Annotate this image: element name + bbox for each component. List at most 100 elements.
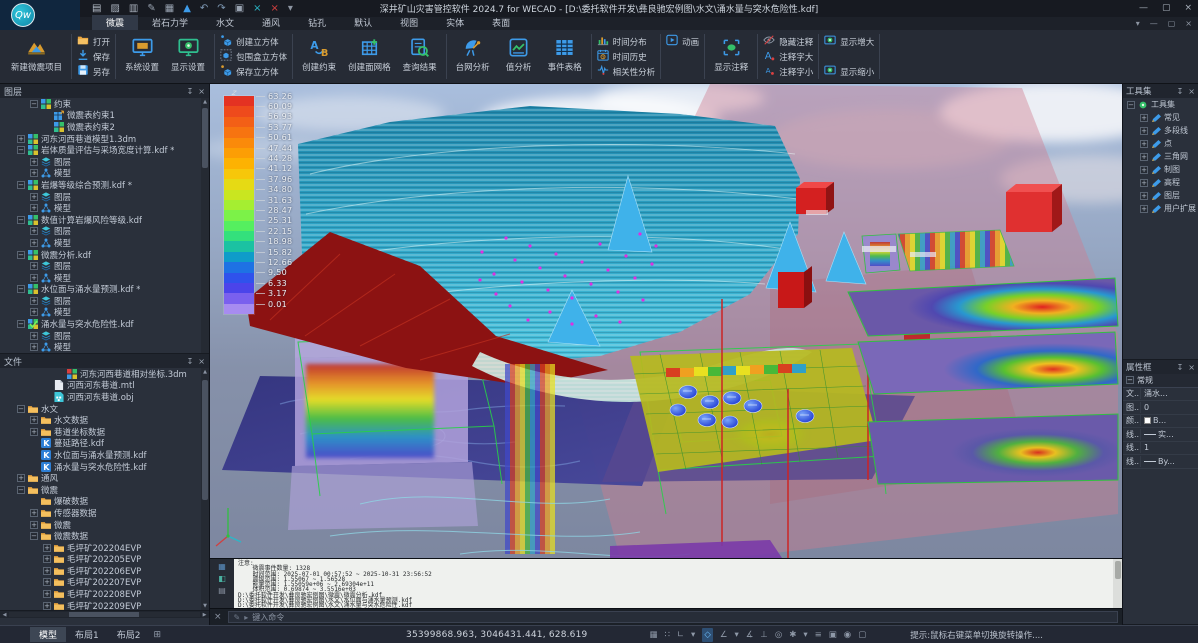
scroll-right-icon[interactable]: ▶: [200, 612, 209, 618]
toolset-item[interactable]: +三角网: [1123, 150, 1198, 163]
tab-默认[interactable]: 默认: [340, 15, 386, 30]
gear-settings-icon[interactable]: ✱: [789, 628, 796, 642]
file-item[interactable]: +通风: [0, 472, 201, 484]
file-item[interactable]: +水文数据: [0, 414, 201, 426]
property-row[interactable]: 线...1: [1123, 442, 1198, 456]
file-item[interactable]: +传感器数据: [0, 507, 201, 519]
toolset-item[interactable]: +多段线: [1123, 124, 1198, 137]
close-icon[interactable]: ×: [214, 612, 222, 622]
button-hide-annotation[interactable]: 隐藏注释: [763, 34, 813, 49]
isolate-objects-icon[interactable]: ◉: [844, 628, 851, 642]
expand-toggle-icon[interactable]: +: [43, 602, 51, 610]
expand-toggle-icon[interactable]: +: [43, 590, 51, 598]
button-animation[interactable]: 动画: [666, 34, 699, 49]
button-new-project[interactable]: 新建微震项目: [7, 33, 66, 80]
expand-toggle-icon[interactable]: +: [30, 428, 38, 436]
toolset-item[interactable]: +点: [1123, 137, 1198, 150]
viewport-grid-icon[interactable]: ▦: [649, 628, 657, 642]
expand-toggle-icon[interactable]: +: [30, 193, 38, 201]
button-create-mesh[interactable]: 创建面网格: [344, 33, 395, 80]
button-query-result[interactable]: 查询结果: [399, 33, 441, 80]
expand-toggle-icon[interactable]: +: [1140, 153, 1148, 161]
layer-item[interactable]: −涌水量与突水危险性.kdf: [0, 318, 201, 330]
tab-视图[interactable]: 视图: [386, 15, 432, 30]
button-annotation-larger[interactable]: A注释字大: [763, 49, 813, 64]
button-display-settings[interactable]: 显示设置: [167, 33, 209, 80]
expand-toggle-icon[interactable]: +: [17, 474, 25, 482]
file-item[interactable]: +毛坪矿202206EVP: [0, 565, 201, 577]
snap-tracking-icon[interactable]: ∡: [746, 628, 754, 642]
expand-toggle-icon[interactable]: +: [30, 521, 38, 529]
button-save-as[interactable]: 另存: [77, 64, 110, 79]
tab-水文[interactable]: 水文: [202, 15, 248, 30]
mdi-minimize-icon[interactable]: —: [1150, 17, 1158, 30]
collapse-toggle-icon[interactable]: −: [17, 285, 25, 293]
caret-icon[interactable]: ▾: [691, 628, 695, 642]
collapse-toggle-icon[interactable]: −: [1126, 376, 1134, 384]
layer-item[interactable]: +模型: [0, 341, 201, 353]
close-icon[interactable]: ×: [198, 87, 205, 96]
layer-item[interactable]: +模型: [0, 168, 201, 180]
expand-toggle-icon[interactable]: +: [30, 227, 38, 235]
collapse-toggle-icon[interactable]: −: [17, 486, 25, 494]
expand-toggle-icon[interactable]: +: [1140, 166, 1148, 174]
view-tab-模型[interactable]: 模型: [30, 627, 66, 642]
button-open-folder[interactable]: 打开: [77, 34, 110, 49]
property-row[interactable]: 颜...B...: [1123, 415, 1198, 429]
expand-toggle-icon[interactable]: +: [30, 308, 38, 316]
file-item[interactable]: +毛坪矿202204EVP: [0, 542, 201, 554]
button-create-constraint[interactable]: AB创建约束: [298, 33, 340, 80]
file-item[interactable]: −微震: [0, 484, 201, 496]
file-item[interactable]: −水文: [0, 403, 201, 415]
layer-item[interactable]: −岩体质量评估与采场宽度计算.kdf *: [0, 144, 201, 156]
close-icon[interactable]: ×: [1188, 87, 1195, 96]
file-item[interactable]: 爆破数据: [0, 496, 201, 508]
app-logo[interactable]: Qw: [0, 0, 80, 30]
terrain-icon[interactable]: ◧: [218, 574, 226, 583]
toolset-item[interactable]: +图层: [1123, 189, 1198, 202]
collapse-toggle-icon[interactable]: −: [17, 216, 25, 224]
console-scrollbar[interactable]: [1113, 559, 1122, 608]
ortho-mode-icon[interactable]: ∟: [677, 628, 684, 642]
scroll-down-icon[interactable]: ▼: [201, 602, 209, 610]
toolset-item[interactable]: +高程: [1123, 176, 1198, 189]
caret-icon[interactable]: ▾: [735, 628, 739, 642]
pin-icon[interactable]: ↧: [187, 87, 194, 96]
file-item[interactable]: +巷道坐标数据: [0, 426, 201, 438]
toolset-item[interactable]: +制图: [1123, 163, 1198, 176]
scroll-up-icon[interactable]: ▲: [201, 98, 209, 106]
expand-toggle-icon[interactable]: +: [1140, 114, 1148, 122]
expand-toggle-icon[interactable]: +: [1140, 140, 1148, 148]
lineweight-icon[interactable]: ≡: [815, 628, 822, 642]
file-item[interactable]: +微震: [0, 519, 201, 531]
button-correlation[interactable]: 相关性分析: [597, 64, 656, 79]
collapse-toggle-icon[interactable]: −: [1127, 101, 1135, 109]
mdi-close-icon[interactable]: ×: [1185, 17, 1192, 30]
expand-toggle-icon[interactable]: +: [30, 509, 38, 517]
expand-toggle-icon[interactable]: +: [43, 544, 51, 552]
layer-item[interactable]: +模型: [0, 202, 201, 214]
3d-viewport[interactable]: z 63.2660.0956.9353.7750.6147.4444.2841.…: [210, 84, 1122, 558]
file-item[interactable]: 河西河东巷道.obj: [0, 391, 201, 403]
tab-岩石力学[interactable]: 岩石力学: [138, 15, 202, 30]
button-time-history[interactable]: 时间历史: [597, 49, 656, 64]
expand-toggle-icon[interactable]: +: [1140, 205, 1148, 213]
scroll-up-icon[interactable]: ▲: [201, 368, 209, 376]
annotation-scale-icon[interactable]: ◎: [775, 628, 782, 642]
button-value-analysis[interactable]: 值分析: [498, 33, 540, 80]
button-display-shrink[interactable]: 显示缩小: [824, 64, 874, 79]
layer-item[interactable]: +图层: [0, 295, 201, 307]
close-icon[interactable]: ×: [198, 357, 205, 366]
button-time-distribution[interactable]: 时间分布: [597, 34, 656, 49]
expand-toggle-icon[interactable]: +: [30, 416, 38, 424]
expand-toggle-icon[interactable]: +: [1140, 127, 1148, 135]
close-icon[interactable]: ×: [1188, 363, 1195, 372]
property-row[interactable]: 图...0: [1123, 401, 1198, 415]
file-item[interactable]: K涌水量与突水危险性.kdf: [0, 461, 201, 473]
file-item[interactable]: K水位面与涌水量预测.kdf: [0, 449, 201, 461]
files-hscrollbar[interactable]: ◀ ▶: [0, 611, 209, 618]
expand-toggle-icon[interactable]: +: [1140, 192, 1148, 200]
command-input[interactable]: ✎ ▸ 键入命令: [228, 611, 1118, 623]
minimize-icon[interactable]: —: [1139, 0, 1148, 17]
caret-icon[interactable]: ▾: [803, 628, 807, 642]
